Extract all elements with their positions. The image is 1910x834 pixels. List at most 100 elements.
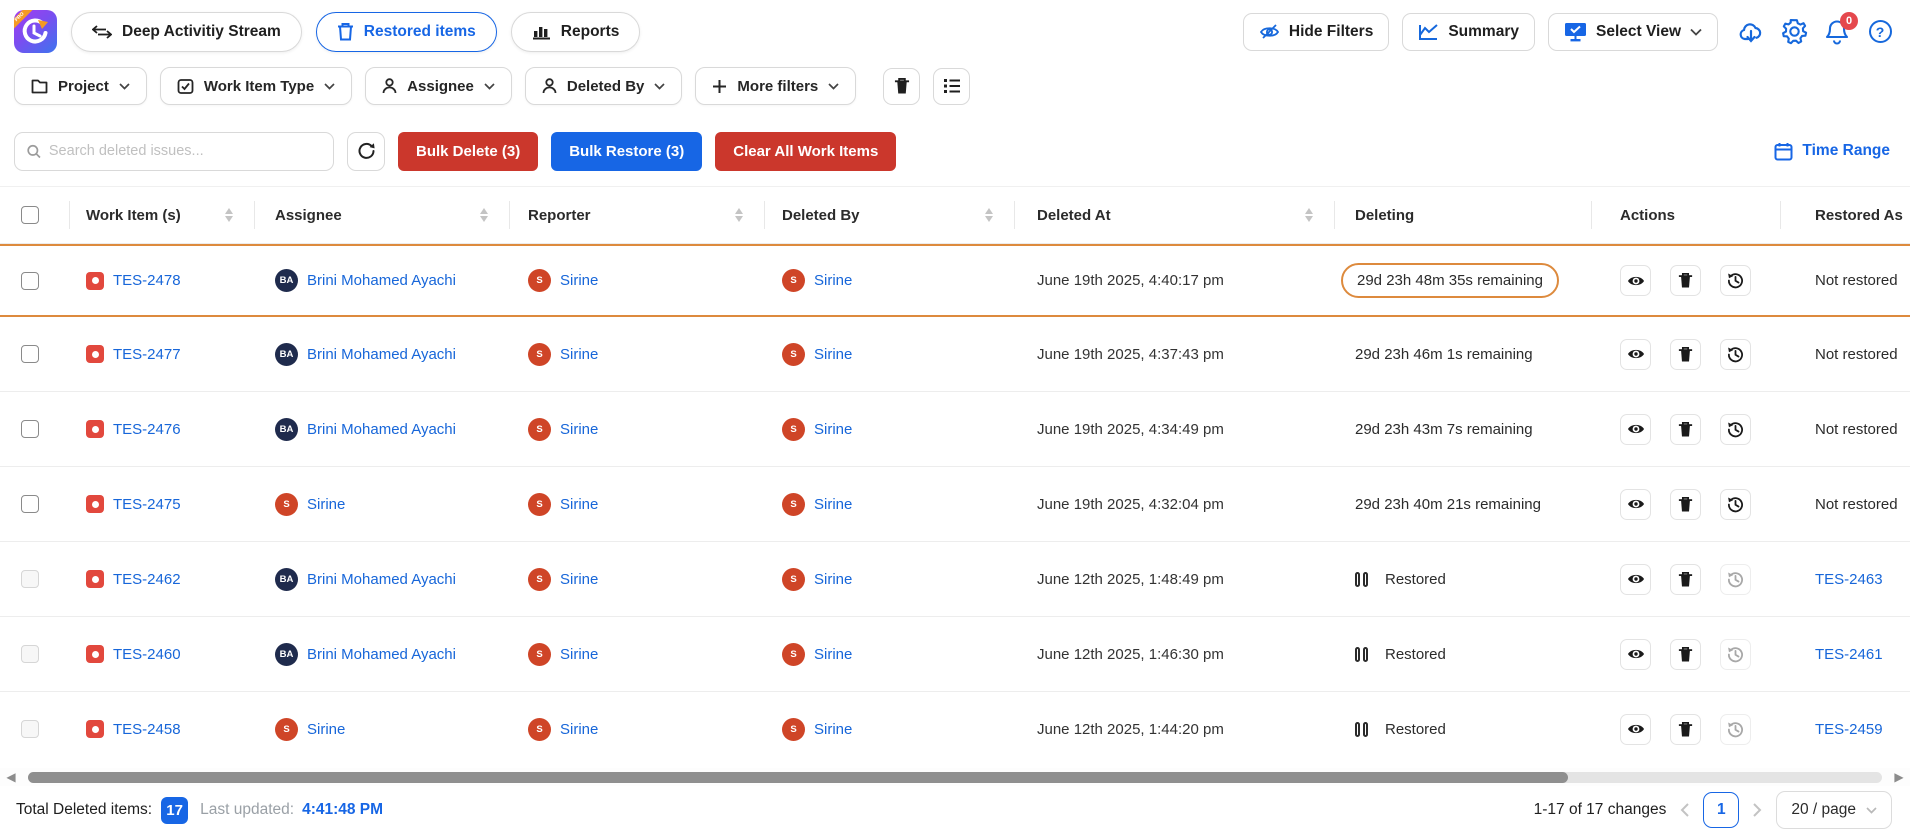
work-item-link[interactable]: TES-2458 bbox=[113, 721, 181, 738]
row-checkbox[interactable] bbox=[21, 272, 39, 290]
deleted-by-link[interactable]: Sirine bbox=[814, 646, 852, 663]
filter-project[interactable]: Project bbox=[14, 67, 147, 105]
next-page-button[interactable] bbox=[1753, 803, 1762, 817]
bulk-restore-button[interactable]: Bulk Restore (3) bbox=[551, 132, 702, 171]
restore-history-button[interactable] bbox=[1720, 564, 1751, 595]
assignee-link[interactable]: Brini Mohamed Ayachi bbox=[307, 571, 456, 588]
settings-gear-icon[interactable] bbox=[1780, 18, 1808, 46]
delete-button[interactable] bbox=[1670, 265, 1701, 296]
reporter-link[interactable]: Sirine bbox=[560, 496, 598, 513]
cloud-download-icon[interactable] bbox=[1737, 18, 1765, 46]
restore-history-button[interactable] bbox=[1720, 714, 1751, 745]
row-checkbox[interactable] bbox=[21, 720, 39, 738]
sort-icon[interactable] bbox=[1305, 208, 1313, 222]
restored-as-value[interactable]: TES-2459 bbox=[1815, 721, 1883, 738]
clear-all-work-items-button[interactable]: Clear All Work Items bbox=[715, 132, 896, 171]
reporter-link[interactable]: Sirine bbox=[560, 571, 598, 588]
assignee-link[interactable]: Brini Mohamed Ayachi bbox=[307, 346, 456, 363]
deleted-by-link[interactable]: Sirine bbox=[814, 421, 852, 438]
app-logo[interactable]: PRO bbox=[14, 10, 57, 53]
restore-history-button[interactable] bbox=[1720, 339, 1751, 370]
help-icon[interactable]: ? bbox=[1866, 18, 1894, 46]
restore-history-button[interactable] bbox=[1720, 265, 1751, 296]
sort-icon[interactable] bbox=[985, 208, 993, 222]
row-checkbox[interactable] bbox=[21, 345, 39, 363]
assignee-link[interactable]: Sirine bbox=[307, 721, 345, 738]
select-view-dropdown[interactable]: Select View bbox=[1548, 13, 1718, 51]
deleted-by-link[interactable]: Sirine bbox=[814, 721, 852, 738]
filter-work-item-type[interactable]: Work Item Type bbox=[160, 67, 352, 105]
nav-restored-items[interactable]: Restored items bbox=[316, 12, 497, 52]
notifications-bell-icon[interactable]: 0 bbox=[1823, 18, 1851, 46]
deleted-by-link[interactable]: Sirine bbox=[814, 571, 852, 588]
deleted-by-link[interactable]: Sirine bbox=[814, 346, 852, 363]
scrollbar-thumb[interactable] bbox=[28, 772, 1568, 783]
restore-history-button[interactable] bbox=[1720, 414, 1751, 445]
delete-button[interactable] bbox=[1670, 639, 1701, 670]
delete-button[interactable] bbox=[1670, 414, 1701, 445]
filter-assignee[interactable]: Assignee bbox=[365, 67, 512, 105]
reporter-link[interactable]: Sirine bbox=[560, 272, 598, 289]
scrollbar-track[interactable] bbox=[28, 772, 1882, 783]
delete-button[interactable] bbox=[1670, 564, 1701, 595]
restored-as-value[interactable]: TES-2461 bbox=[1815, 646, 1883, 663]
scroll-left-arrow[interactable]: ◀ bbox=[0, 770, 22, 784]
refresh-button[interactable] bbox=[347, 132, 385, 171]
work-item-link[interactable]: TES-2476 bbox=[113, 421, 181, 438]
assignee-link[interactable]: Brini Mohamed Ayachi bbox=[307, 272, 456, 289]
work-item-link[interactable]: TES-2475 bbox=[113, 496, 181, 513]
view-button[interactable] bbox=[1620, 714, 1651, 745]
restored-as-value[interactable]: TES-2463 bbox=[1815, 571, 1883, 588]
filter-trash-button[interactable] bbox=[883, 68, 920, 105]
reporter-link[interactable]: Sirine bbox=[560, 721, 598, 738]
work-item-link[interactable]: TES-2477 bbox=[113, 346, 181, 363]
view-button[interactable] bbox=[1620, 564, 1651, 595]
view-button[interactable] bbox=[1620, 339, 1651, 370]
hide-filters-button[interactable]: Hide Filters bbox=[1243, 13, 1389, 51]
nav-reports[interactable]: Reports bbox=[511, 12, 641, 52]
page-number-button[interactable]: 1 bbox=[1703, 792, 1739, 828]
header-assignee[interactable]: Assignee bbox=[255, 187, 510, 243]
delete-button[interactable] bbox=[1670, 714, 1701, 745]
sort-icon[interactable] bbox=[480, 208, 488, 222]
prev-page-button[interactable] bbox=[1680, 803, 1689, 817]
view-button[interactable] bbox=[1620, 489, 1651, 520]
row-checkbox[interactable] bbox=[21, 420, 39, 438]
filter-more-filters[interactable]: More filters bbox=[695, 67, 856, 105]
restore-history-button[interactable] bbox=[1720, 639, 1751, 670]
header-deleted-at[interactable]: Deleted At bbox=[1015, 187, 1335, 243]
view-button[interactable] bbox=[1620, 639, 1651, 670]
work-item-link[interactable]: TES-2462 bbox=[113, 571, 181, 588]
deleted-by-link[interactable]: Sirine bbox=[814, 496, 852, 513]
deleted-by-link[interactable]: Sirine bbox=[814, 272, 852, 289]
view-button[interactable] bbox=[1620, 265, 1651, 296]
assignee-link[interactable]: Brini Mohamed Ayachi bbox=[307, 646, 456, 663]
nav-deep-activity-stream[interactable]: Deep Activitiy Stream bbox=[71, 12, 302, 52]
page-size-select[interactable]: 20 / page bbox=[1776, 791, 1892, 829]
delete-button[interactable] bbox=[1670, 489, 1701, 520]
header-deleted-by[interactable]: Deleted By bbox=[765, 187, 1015, 243]
time-range-button[interactable]: Time Range bbox=[1774, 142, 1890, 161]
row-checkbox[interactable] bbox=[21, 570, 39, 588]
bulk-delete-button[interactable]: Bulk Delete (3) bbox=[398, 132, 538, 171]
work-item-link[interactable]: TES-2478 bbox=[113, 272, 181, 289]
sort-icon[interactable] bbox=[225, 208, 233, 222]
assignee-link[interactable]: Brini Mohamed Ayachi bbox=[307, 421, 456, 438]
reporter-link[interactable]: Sirine bbox=[560, 346, 598, 363]
header-reporter[interactable]: Reporter bbox=[510, 187, 765, 243]
select-all-checkbox[interactable] bbox=[21, 206, 39, 224]
scroll-right-arrow[interactable]: ▶ bbox=[1888, 770, 1910, 784]
view-button[interactable] bbox=[1620, 414, 1651, 445]
reporter-link[interactable]: Sirine bbox=[560, 646, 598, 663]
filter-deleted-by[interactable]: Deleted By bbox=[525, 67, 683, 105]
header-work-item[interactable]: Work Item (s) bbox=[70, 187, 255, 243]
summary-button[interactable]: Summary bbox=[1402, 13, 1535, 51]
row-checkbox[interactable] bbox=[21, 495, 39, 513]
restore-history-button[interactable] bbox=[1720, 489, 1751, 520]
sort-icon[interactable] bbox=[735, 208, 743, 222]
list-view-button[interactable] bbox=[933, 68, 970, 105]
row-checkbox[interactable] bbox=[21, 645, 39, 663]
reporter-link[interactable]: Sirine bbox=[560, 421, 598, 438]
search-input[interactable] bbox=[49, 143, 321, 159]
work-item-link[interactable]: TES-2460 bbox=[113, 646, 181, 663]
